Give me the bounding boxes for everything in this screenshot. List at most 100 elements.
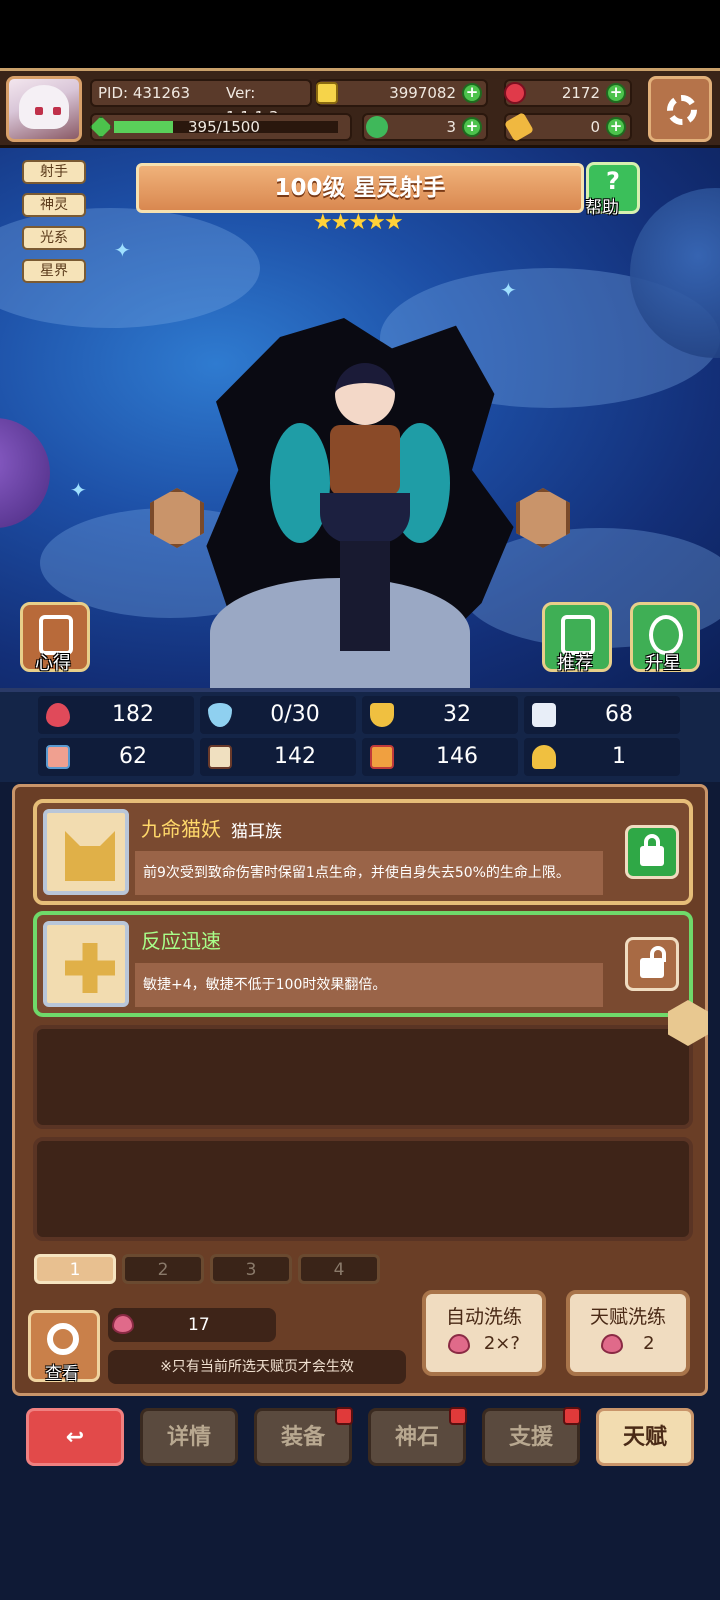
hero-sprite[interactable] (270, 363, 450, 688)
view-label: 查看 (45, 1364, 79, 1384)
hero-skirt (320, 493, 410, 543)
hero-star-rating: ★★★★★ (313, 210, 404, 235)
stat-value: 62 (119, 744, 147, 769)
upgrade-star-button[interactable]: 升星 (630, 602, 700, 674)
status-bar (0, 0, 720, 68)
notification-dot (449, 1407, 467, 1425)
heart-icon (46, 703, 70, 727)
player-avatar[interactable] (6, 76, 82, 142)
stat-attack: 62 (38, 738, 194, 776)
add-clover-icon[interactable]: + (462, 117, 482, 137)
key-counter: 0 + (503, 111, 632, 143)
talent-page-tab-1[interactable]: 1 (34, 1254, 116, 1284)
talent-slot[interactable]: 反应迅速 敏捷+4，敏捷不低于100时效果翻倍。 (33, 911, 693, 1017)
energy-value: 395/1500 (188, 118, 260, 136)
key-value: 0 (590, 118, 600, 136)
talent-slot[interactable]: 九命猫妖 猫耳族 前9次受到致命伤害时保留1点生命，并使自身失去50%的生命上限… (33, 799, 693, 905)
add-gold-icon[interactable]: + (462, 83, 482, 103)
talent-page-tab-3[interactable]: 3 (210, 1254, 292, 1284)
avatar-hair (19, 85, 69, 129)
insight-button[interactable]: 心得 (20, 602, 90, 674)
energy-bar: 395/1500 (90, 113, 352, 141)
avatar-eye-left (35, 107, 43, 115)
top-resource-bar: PID: 431263 Ver: 1.1.1.3 3997082 + 2172 … (0, 68, 720, 148)
talent-icon-frame (43, 921, 129, 1007)
talent-icon-frame (43, 809, 129, 895)
clover-counter: 3 + (362, 113, 488, 141)
empty-talent-slot[interactable] (33, 1025, 693, 1129)
hero-wing-left (270, 423, 330, 543)
stat-value: 1 (612, 744, 626, 769)
shield-icon (370, 703, 394, 727)
settings-button[interactable] (648, 76, 712, 142)
hero-title-banner: 100级 星灵射手 (136, 163, 584, 213)
auto-reroll-button[interactable]: 自动洗练 2×? (422, 1290, 546, 1376)
book-icon (208, 745, 232, 769)
help-button[interactable]: ? 帮助 (585, 162, 640, 218)
insight-label: 心得 (35, 653, 71, 674)
water-drop-icon (208, 703, 232, 727)
nav-equipment-label: 装备 (280, 1425, 325, 1450)
recommend-button[interactable]: 推荐 (542, 602, 612, 674)
view-button[interactable]: 查看 (28, 1310, 100, 1384)
sparkle-icon: ✦ (114, 238, 131, 262)
talent-page-tab-4[interactable]: 4 (298, 1254, 380, 1284)
player-id: PID: 431263 (98, 84, 191, 102)
lock-body (640, 846, 664, 866)
hero-stats: 182 0/30 32 68 62 142 146 1 (0, 688, 720, 782)
reroll-cost: 2 (643, 1333, 655, 1354)
back-arrow-icon: ↩ (65, 1425, 85, 1450)
stat-luck: 1 (524, 738, 680, 776)
stat-magic: 142 (200, 738, 356, 776)
stat-value: 68 (605, 702, 633, 727)
nav-godstone-label: 神石 (394, 1425, 439, 1450)
fist-icon (46, 745, 70, 769)
red-gem-icon (504, 82, 526, 104)
reroll-label: 天赋洗练 (589, 1306, 666, 1328)
talent-page-tabs: 1 2 3 4 (12, 1252, 708, 1288)
stat-mana: 0/30 (200, 696, 356, 734)
nav-support[interactable]: 支援 (482, 1407, 581, 1466)
peach-icon (448, 1334, 471, 1354)
talent-reroll-button[interactable]: 天赋洗练 2 (566, 1290, 690, 1376)
gold-counter: 3997082 + (316, 79, 488, 107)
peach-count: 17 (188, 1315, 210, 1335)
nav-talent[interactable]: 天赋 (596, 1408, 694, 1466)
talent-race: 猫耳族 (231, 822, 282, 842)
stat-hp: 182 (38, 696, 194, 734)
talent-lock-button[interactable] (625, 825, 679, 879)
notification-dot (335, 1407, 353, 1425)
stat-value: 146 (436, 744, 478, 769)
auto-reroll-cost-row: 2×? (426, 1333, 542, 1354)
talent-page-tab-2[interactable]: 2 (122, 1254, 204, 1284)
add-gem-icon[interactable]: + (606, 83, 626, 103)
stat-defense: 32 (362, 696, 518, 734)
add-key-icon[interactable]: + (606, 117, 626, 137)
hero-legs (340, 541, 390, 651)
gold-coin-icon (316, 82, 338, 104)
talent-description: 敏捷+4，敏捷不低于100时效果翻倍。 (135, 963, 603, 1007)
nav-equipment[interactable]: 装备 (254, 1407, 353, 1466)
gem-counter: 2172 + (504, 79, 632, 107)
energy-icon (90, 116, 112, 138)
peach-icon (601, 1334, 624, 1354)
talent-page-note: ※只有当前所选天赋页才会生效 (108, 1350, 406, 1384)
back-button[interactable]: ↩ (26, 1408, 124, 1466)
horseshoe-icon (532, 745, 556, 769)
sparkle-icon: ✦ (500, 278, 517, 302)
player-info-bar: PID: 431263 Ver: 1.1.1.3 (90, 79, 312, 126)
boot-icon (370, 745, 394, 769)
nav-details[interactable]: 详情 (140, 1408, 238, 1466)
peach-counter: 17 (108, 1308, 276, 1342)
talent-unlock-button[interactable] (625, 937, 679, 991)
gem-value: 2172 (561, 84, 600, 102)
nav-support-label: 支援 (508, 1425, 553, 1450)
lock-body (640, 958, 664, 978)
notification-dot (563, 1407, 581, 1425)
stat-value: 142 (274, 744, 316, 769)
game-screen: PID: 431263 Ver: 1.1.1.3 3997082 + 2172 … (0, 0, 720, 1600)
auto-reroll-label: 自动洗练 (445, 1306, 522, 1328)
stat-wing: 68 (524, 696, 680, 734)
nav-godstone[interactable]: 神石 (368, 1407, 467, 1466)
empty-talent-slot[interactable] (33, 1137, 693, 1241)
